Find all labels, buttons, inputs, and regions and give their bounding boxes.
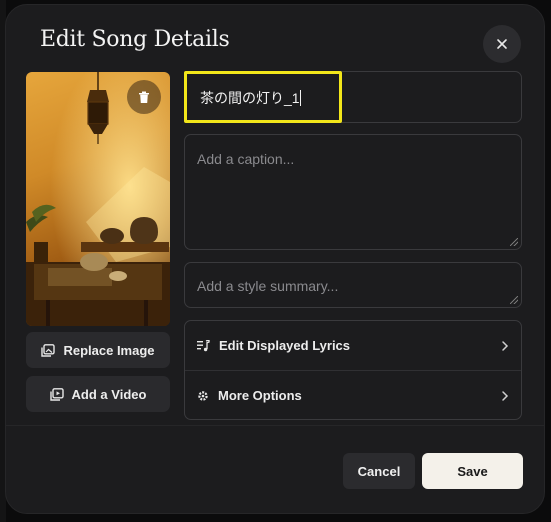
lyrics-icon: [197, 339, 210, 351]
edit-song-modal: Edit Song Details Replace Image Add a Vi…: [5, 4, 545, 514]
text-caret: [299, 90, 301, 106]
edit-lyrics-row[interactable]: Edit Displayed Lyrics: [185, 321, 521, 370]
cancel-button[interactable]: Cancel: [343, 453, 415, 489]
caption-placeholder: Add a caption...: [197, 151, 295, 167]
resize-handle[interactable]: [510, 238, 518, 246]
add-video-button[interactable]: Add a Video: [26, 376, 170, 412]
resize-handle[interactable]: [510, 296, 518, 304]
style-summary-placeholder: Add a style summary...: [197, 278, 339, 294]
song-title-value: 茶の間の灯り_1: [200, 90, 301, 106]
replace-image-button[interactable]: Replace Image: [26, 332, 170, 368]
modal-title: Edit Song Details: [40, 27, 230, 52]
trash-icon: [139, 91, 149, 103]
chevron-right-icon: [502, 390, 509, 401]
replace-image-label: Replace Image: [63, 342, 155, 358]
chevron-right-icon: [502, 340, 509, 351]
add-video-label: Add a Video: [71, 386, 147, 402]
save-button[interactable]: Save: [422, 453, 523, 489]
close-icon: [497, 39, 507, 49]
caption-textarea[interactable]: Add a caption...: [184, 134, 522, 250]
video-icon: [49, 387, 64, 401]
more-options-row[interactable]: More Options: [185, 371, 521, 420]
delete-cover-button[interactable]: [127, 80, 161, 114]
cover-image: [26, 72, 170, 326]
close-button[interactable]: [483, 25, 521, 63]
options-list: Edit Displayed Lyrics More Options: [184, 320, 522, 420]
more-options-label: More Options: [218, 388, 302, 403]
footer-divider: [6, 425, 544, 426]
image-icon: [41, 343, 56, 357]
gear-icon: [198, 390, 208, 401]
edit-lyrics-label: Edit Displayed Lyrics: [219, 338, 351, 353]
style-summary-textarea[interactable]: Add a style summary...: [184, 262, 522, 308]
